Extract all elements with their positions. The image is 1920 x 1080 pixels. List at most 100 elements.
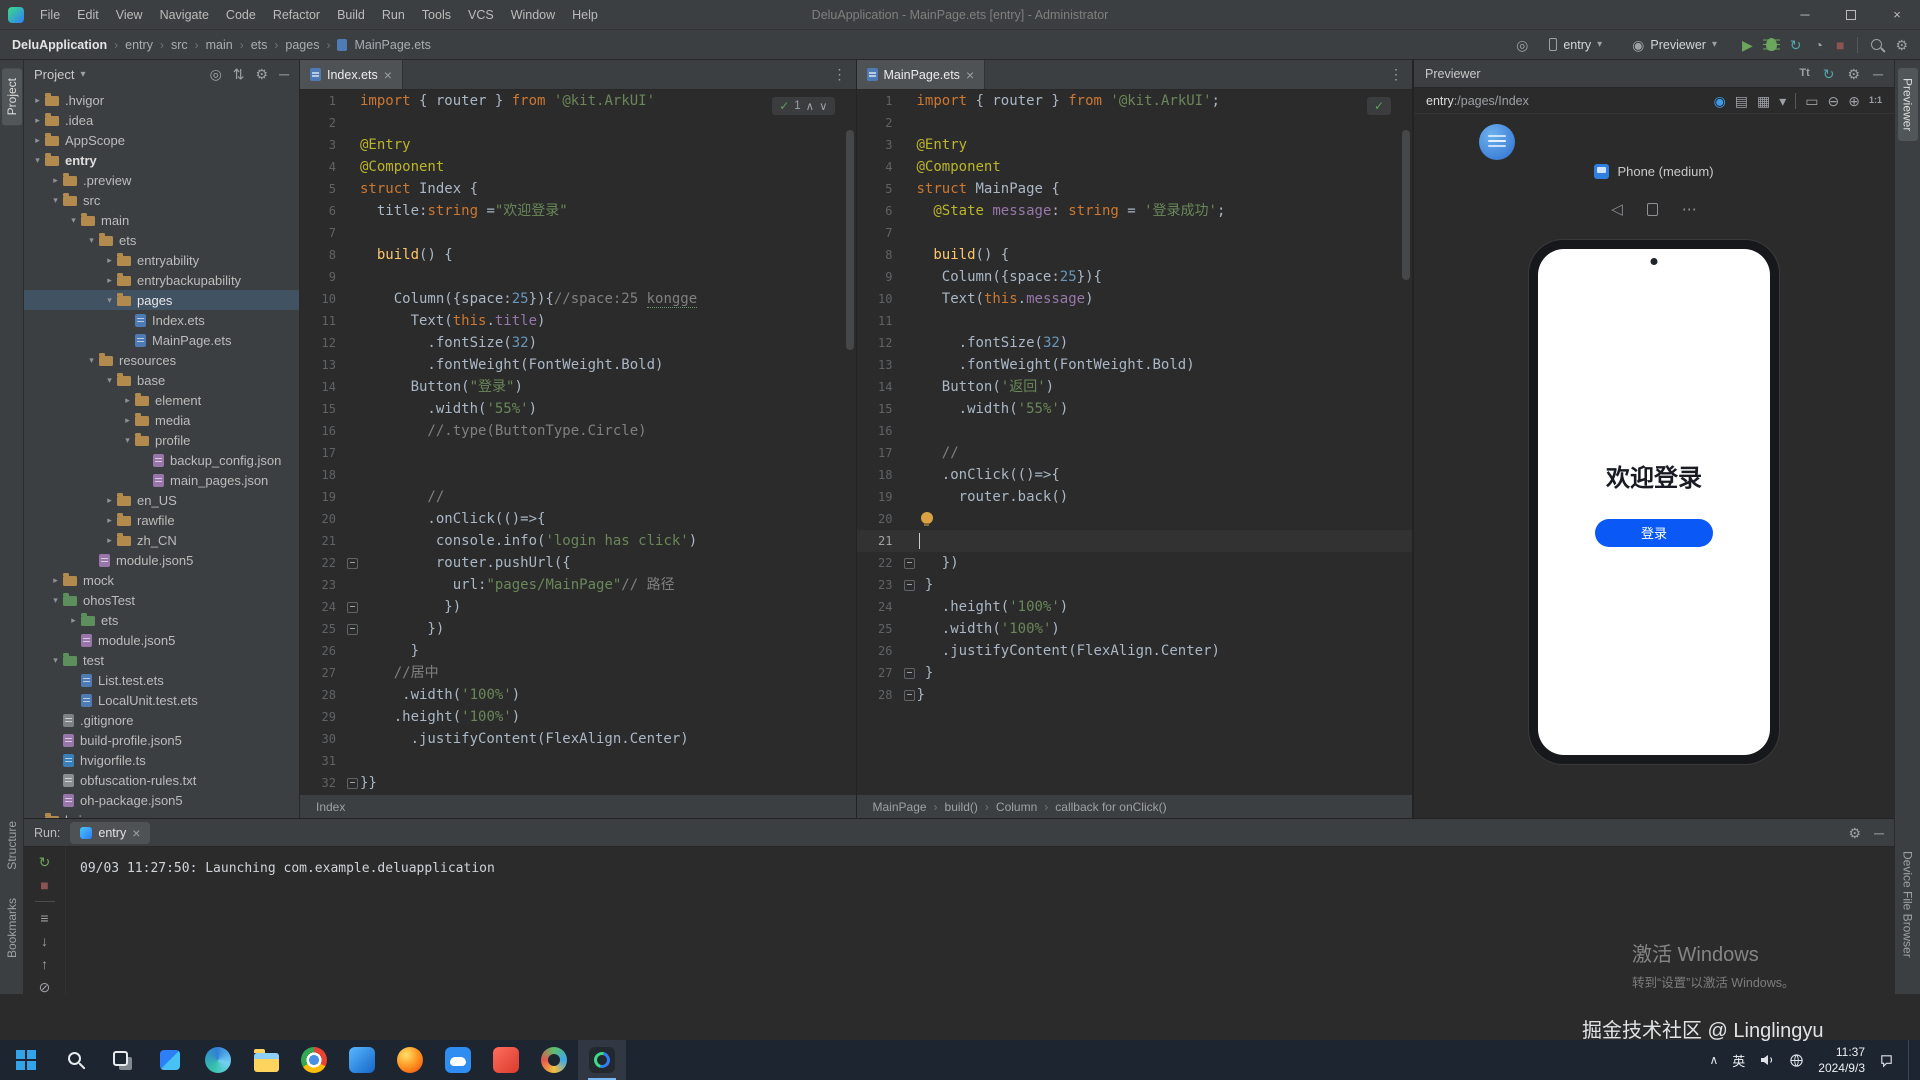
fold-marker-icon[interactable] xyxy=(901,552,917,574)
tree-item-module-json5[interactable]: module.json5 xyxy=(24,550,299,570)
menu-edit[interactable]: Edit xyxy=(69,5,107,25)
code-text[interactable]: }} xyxy=(360,772,377,794)
project-panel-title[interactable]: Project xyxy=(34,67,74,82)
code-line-24[interactable]: 24 }) xyxy=(300,596,856,618)
code-line-19[interactable]: 19 // xyxy=(300,486,856,508)
tree-collapse-icon[interactable]: ▾ xyxy=(84,355,99,366)
code-text[interactable]: @Entry xyxy=(917,134,968,156)
tree-item-preview[interactable]: ▸ .preview xyxy=(24,170,299,190)
debug-button[interactable] xyxy=(1762,38,1780,51)
code-line-8[interactable]: 8 build() { xyxy=(300,244,856,266)
menu-navigate[interactable]: Navigate xyxy=(152,5,217,25)
deveco-taskbar-button[interactable] xyxy=(578,1040,626,1080)
run-config-select[interactable]: entry ▾ xyxy=(1540,35,1611,55)
tab-mainpage-ets[interactable]: MainPage.ets × xyxy=(856,60,986,89)
locate-file-button[interactable]: ◎ xyxy=(210,67,222,81)
code-text[interactable]: }) xyxy=(917,552,959,574)
code-line-6[interactable]: 6 @State message: string = '登录成功'; xyxy=(857,200,1413,222)
code-text[interactable] xyxy=(917,530,920,552)
editor-breadcrumb-index[interactable]: Index xyxy=(316,800,345,814)
tree-item-zh-cn[interactable]: ▸ zh_CN xyxy=(24,530,299,550)
widgets-taskbar-button[interactable] xyxy=(146,1040,194,1080)
tree-item-entry[interactable]: ▾ entry xyxy=(24,150,299,170)
code-text[interactable]: .justifyContent(FlexAlign.Center) xyxy=(917,640,1220,662)
code-line-10[interactable]: 10 Column({space:25}){//space:25 kongge xyxy=(300,288,856,310)
tree-item-rawfile[interactable]: ▸ rawfile xyxy=(24,510,299,530)
back-icon[interactable]: ◁ xyxy=(1611,200,1623,218)
clear-console-button[interactable]: ⊘ xyxy=(39,980,51,994)
fold-marker-icon[interactable] xyxy=(344,618,360,640)
tree-collapse-icon[interactable]: ▾ xyxy=(102,375,117,386)
fold-marker-icon[interactable] xyxy=(344,552,360,574)
code-text[interactable]: }) xyxy=(360,618,444,640)
tree-item-localunit-test-ets[interactable]: LocalUnit.test.ets xyxy=(24,690,299,710)
code-line-18[interactable]: 18 .onClick(()=>{ xyxy=(857,464,1413,486)
search-taskbar-button[interactable] xyxy=(50,1040,98,1080)
run-tab-entry[interactable]: entry × xyxy=(70,821,151,844)
code-editor[interactable]: 1 import { router } from '@kit.ArkUI' 2 3 @E… xyxy=(300,90,856,794)
hidden-tabs-icon[interactable]: ⋮ xyxy=(1380,66,1412,83)
code-line-4[interactable]: 4 @Component xyxy=(300,156,856,178)
next-problem-icon[interactable]: ∨ xyxy=(819,99,827,113)
tree-item-obfuscation-rules-txt[interactable]: obfuscation-rules.txt xyxy=(24,770,299,790)
breadcrumb-src[interactable]: src xyxy=(171,38,188,52)
inspections-widget[interactable]: ✓ xyxy=(1365,96,1392,116)
code-text[interactable]: //居中 xyxy=(360,662,439,684)
login-button[interactable]: 登录 xyxy=(1595,518,1713,547)
menu-help[interactable]: Help xyxy=(564,5,606,25)
minimize-button[interactable]: ─ xyxy=(1782,0,1828,29)
file-explorer-taskbar-button[interactable] xyxy=(242,1040,290,1080)
hide-project-panel-button[interactable]: ─ xyxy=(279,67,289,81)
code-text[interactable]: Text(this.title) xyxy=(360,310,546,332)
stop-run-button[interactable]: ■ xyxy=(40,878,48,892)
tree-expand-icon[interactable]: ▸ xyxy=(102,275,117,286)
notification-center-icon[interactable] xyxy=(1879,1053,1894,1068)
tree-expand-icon[interactable]: ▸ xyxy=(102,535,117,546)
code-line-13[interactable]: 13 .fontWeight(FontWeight.Bold) xyxy=(857,354,1413,376)
code-line-9[interactable]: 9 xyxy=(300,266,856,288)
tab-index-ets[interactable]: Index.ets × xyxy=(300,60,403,89)
code-text[interactable]: struct Index { xyxy=(360,178,478,200)
previewer-hide-button[interactable]: ─ xyxy=(1873,67,1883,81)
code-text[interactable]: console.info('login has click') xyxy=(360,530,697,552)
tree-collapse-icon[interactable]: ▾ xyxy=(48,655,63,666)
breadcrumb-mainpage-ets[interactable]: MainPage.ets xyxy=(354,38,430,52)
code-line-27[interactable]: 27 } xyxy=(857,662,1413,684)
tree-collapse-icon[interactable]: ▾ xyxy=(120,435,135,446)
scroll-to-top-button[interactable]: ↑ xyxy=(41,957,48,971)
tree-item-resources[interactable]: ▾ resources xyxy=(24,350,299,370)
tree-expand-icon[interactable]: ▸ xyxy=(48,575,63,586)
task-view-taskbar-button[interactable] xyxy=(98,1040,146,1080)
chrome-taskbar-button[interactable] xyxy=(290,1040,338,1080)
tree-item-src[interactable]: ▾ src xyxy=(24,190,299,210)
app-blue-taskbar-button[interactable] xyxy=(338,1040,386,1080)
code-line-25[interactable]: 25 .width('100%') xyxy=(857,618,1413,640)
tree-expand-icon[interactable]: ▸ xyxy=(30,135,45,146)
code-line-28[interactable]: 28} xyxy=(857,684,1413,706)
code-text[interactable]: import { router } from '@kit.ArkUI'; xyxy=(917,90,1220,112)
code-line-21[interactable]: 21 console.info('login has click') xyxy=(300,530,856,552)
menu-vcs[interactable]: VCS xyxy=(460,5,502,25)
fold-marker-icon[interactable] xyxy=(344,772,360,794)
menu-refactor[interactable]: Refactor xyxy=(265,5,328,25)
code-line-5[interactable]: 5 struct MainPage { xyxy=(857,178,1413,200)
multi-device-grid-icon[interactable]: ▦ xyxy=(1757,94,1770,108)
code-line-12[interactable]: 12 .fontSize(32) xyxy=(300,332,856,354)
tree-item-ets[interactable]: ▸ ets xyxy=(24,610,299,630)
tree-item-entrybackupability[interactable]: ▸ entrybackupability xyxy=(24,270,299,290)
run-button[interactable]: ▶ xyxy=(1742,38,1753,52)
restart-app-button[interactable]: ↻ xyxy=(1790,38,1802,52)
tree-item-hvigor[interactable]: ▸ .hvigor xyxy=(24,90,299,110)
menu-view[interactable]: View xyxy=(108,5,151,25)
code-text[interactable]: .fontSize(32) xyxy=(360,332,537,354)
tree-item-main[interactable]: ▾ main xyxy=(24,210,299,230)
code-text[interactable]: Text(this.message) xyxy=(917,288,1094,310)
code-line-17[interactable]: 17 xyxy=(300,442,856,464)
tree-item-base[interactable]: ▾ base xyxy=(24,370,299,390)
code-line-11[interactable]: 11 xyxy=(857,310,1413,332)
code-line-32[interactable]: 32}} xyxy=(300,772,856,794)
previewer-refresh-button[interactable]: ↻ xyxy=(1823,67,1835,81)
code-text[interactable]: .height('100%') xyxy=(360,706,520,728)
tree-item-en-us[interactable]: ▸ en_US xyxy=(24,490,299,510)
tree-expand-icon[interactable]: ▸ xyxy=(66,615,81,626)
